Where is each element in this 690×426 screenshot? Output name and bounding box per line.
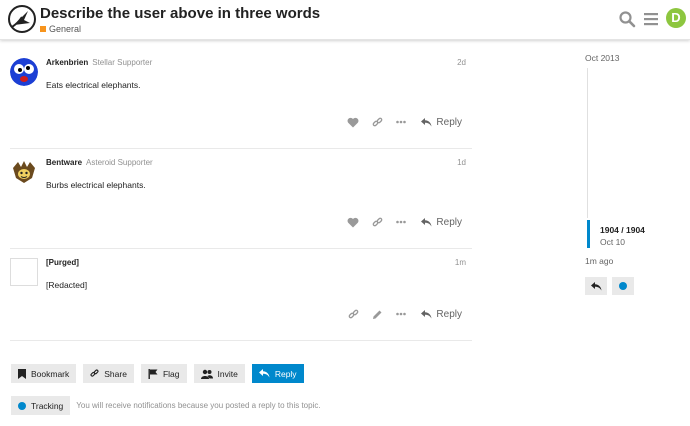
post-actions: Reply bbox=[341, 114, 462, 130]
category-badge[interactable]: General bbox=[40, 24, 81, 34]
timeline-start-date[interactable]: Oct 2013 bbox=[585, 53, 620, 63]
post-actions: Reply bbox=[341, 214, 462, 230]
notification-reason: You will receive notifications because y… bbox=[76, 401, 321, 410]
post-date[interactable]: 2d bbox=[457, 58, 466, 67]
post-divider bbox=[10, 340, 472, 341]
avatar[interactable] bbox=[10, 258, 38, 286]
notification-row: Tracking You will receive notifications … bbox=[11, 396, 321, 415]
reply-icon bbox=[421, 309, 432, 318]
bookmark-button[interactable]: Bookmark bbox=[11, 364, 77, 383]
topic-title[interactable]: Describe the user above in three words bbox=[40, 5, 320, 22]
flag-button[interactable]: Flag bbox=[140, 364, 187, 383]
timeline-handle[interactable] bbox=[587, 220, 590, 248]
username[interactable]: Bentware Asteroid Supporter bbox=[46, 158, 153, 167]
username[interactable]: [Purged] bbox=[46, 258, 79, 267]
post-date[interactable]: 1d bbox=[457, 158, 466, 167]
edit-icon[interactable] bbox=[365, 306, 389, 322]
post-divider bbox=[10, 248, 472, 249]
reply-icon bbox=[258, 369, 270, 378]
category-label: General bbox=[49, 24, 82, 34]
link-icon[interactable] bbox=[365, 214, 389, 230]
avatar[interactable] bbox=[10, 58, 38, 86]
like-icon[interactable] bbox=[341, 214, 365, 230]
tracking-dot-icon bbox=[18, 401, 26, 410]
link-icon bbox=[90, 369, 99, 377]
topic-footer-buttons: Bookmark Share Flag Invite Reply bbox=[11, 364, 311, 383]
reply-button[interactable]: Reply bbox=[421, 217, 462, 228]
user-title: Asteroid Supporter bbox=[86, 158, 153, 167]
timeline-notification-button[interactable] bbox=[612, 277, 634, 295]
timeline-last-activity[interactable]: 1m ago bbox=[585, 256, 613, 266]
post-date[interactable]: 1m bbox=[455, 258, 466, 267]
link-icon[interactable] bbox=[365, 114, 389, 130]
like-icon[interactable] bbox=[341, 114, 365, 130]
reply-icon bbox=[421, 117, 432, 126]
reply-button[interactable]: Reply bbox=[421, 117, 462, 128]
tracking-button[interactable]: Tracking bbox=[11, 396, 71, 415]
timeline-reply-button[interactable] bbox=[585, 277, 607, 295]
hamburger-icon[interactable] bbox=[642, 10, 660, 28]
avatar[interactable] bbox=[10, 158, 38, 186]
reply-icon bbox=[590, 281, 601, 290]
timeline-scrollarea[interactable] bbox=[587, 68, 588, 218]
flag-icon bbox=[148, 368, 158, 379]
post-body: Burbs electrical elephants. bbox=[46, 180, 146, 190]
site-header: Describe the user above in three words G… bbox=[0, 0, 690, 40]
post-body: [Redacted] bbox=[46, 280, 88, 290]
post-actions: Reply bbox=[341, 306, 462, 322]
link-icon[interactable] bbox=[341, 306, 365, 322]
reply-primary-button[interactable]: Reply bbox=[251, 364, 304, 383]
post: [Purged] 1m [Redacted] Reply bbox=[10, 258, 472, 338]
timeline-post-count: 1904 / 1904 bbox=[600, 225, 645, 235]
category-swatch bbox=[40, 26, 46, 32]
reply-button[interactable]: Reply bbox=[421, 309, 462, 320]
more-icon[interactable] bbox=[389, 306, 413, 322]
reply-icon bbox=[421, 217, 432, 226]
more-icon[interactable] bbox=[389, 214, 413, 230]
users-icon bbox=[200, 369, 213, 379]
invite-button[interactable]: Invite bbox=[193, 364, 245, 383]
share-button[interactable]: Share bbox=[83, 364, 134, 383]
user-title: Stellar Supporter bbox=[92, 58, 153, 67]
username[interactable]: Arkenbrien Stellar Supporter bbox=[46, 58, 152, 67]
post: Bentware Asteroid Supporter 1d Burbs elec… bbox=[10, 158, 472, 238]
post: Arkenbrien Stellar Supporter 2d Eats elec… bbox=[10, 58, 472, 138]
more-icon[interactable] bbox=[389, 114, 413, 130]
post-body: Eats electrical elephants. bbox=[46, 80, 141, 90]
tracking-dot-icon bbox=[619, 282, 627, 290]
site-logo[interactable] bbox=[8, 5, 36, 33]
search-icon[interactable] bbox=[618, 10, 636, 28]
bookmark-icon bbox=[18, 368, 26, 379]
current-user-avatar[interactable]: D bbox=[666, 8, 686, 28]
timeline-current-date: Oct 10 bbox=[600, 237, 626, 247]
post-divider bbox=[10, 148, 472, 149]
